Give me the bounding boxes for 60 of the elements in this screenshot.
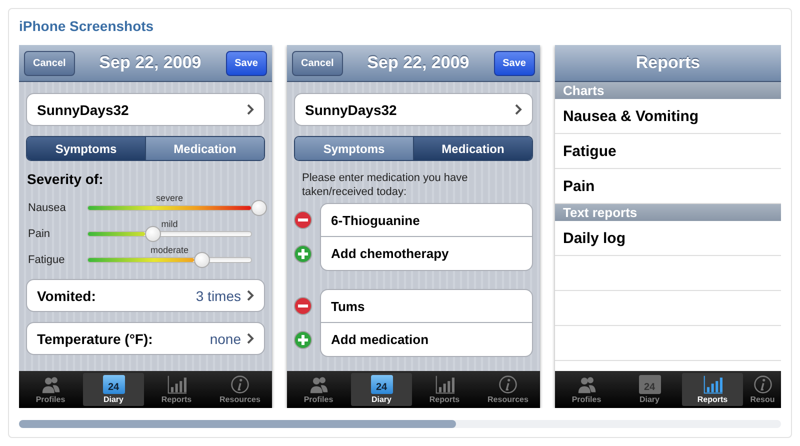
severity-caption: severe [156, 193, 183, 205]
chevron-icon [247, 104, 254, 115]
tab[interactable]: Resources [477, 373, 539, 406]
minus-icon[interactable] [294, 211, 312, 229]
nav-title: Sep 22, 2009 [366, 53, 470, 73]
tab[interactable]: Profiles [288, 373, 349, 406]
detail-row[interactable]: Temperature (°F): none [26, 322, 265, 355]
save-button[interactable]: Save [494, 50, 535, 76]
profile-row[interactable]: SunnyDays32 [26, 93, 265, 126]
save-button[interactable]: Save [226, 50, 267, 76]
tab[interactable]: Reports [682, 373, 743, 406]
symptom-label: Fatigue [27, 254, 66, 267]
slider-thumb[interactable] [194, 252, 210, 268]
severity-caption: moderate [150, 245, 189, 257]
instruction-text: Please enter medication you have taken/received today: [302, 171, 469, 199]
tab[interactable]: Resou [745, 373, 780, 406]
minus-icon[interactable] [294, 297, 312, 315]
report-item[interactable]: Nausea & Vomiting [555, 99, 781, 134]
info-icon [228, 375, 252, 394]
severity-heading: Severity of: [27, 171, 104, 187]
medication-row[interactable]: 6-Thioguanine [320, 203, 533, 237]
tab[interactable]: 24 Diary [83, 373, 144, 406]
calendar-day: 24 [644, 382, 656, 394]
info-icon [496, 375, 520, 394]
profile-row[interactable]: SunnyDays32 [294, 93, 533, 126]
tab[interactable]: Profiles [556, 373, 617, 406]
tab[interactable]: 24 Diary [619, 373, 680, 406]
report-item[interactable]: Fatigue [555, 134, 781, 169]
nav-title: Reports [634, 53, 702, 73]
section-header: Text reports [555, 204, 781, 221]
calendar-day: 24 [376, 382, 388, 394]
symptom-label: Pain [27, 228, 52, 241]
cancel-button[interactable]: Cancel [24, 50, 75, 76]
tab[interactable]: 24 Diary [351, 373, 412, 406]
slider-thumb[interactable] [251, 200, 267, 216]
segment-tab[interactable]: Medication [413, 137, 532, 160]
plus-icon[interactable] [294, 245, 312, 263]
chevron-icon [515, 104, 522, 115]
slider-thumb[interactable] [145, 226, 162, 242]
tab[interactable]: Reports [146, 373, 207, 406]
medication-row[interactable]: Add medication [320, 323, 533, 357]
severity-caption: mild [161, 219, 178, 231]
detail-row[interactable]: Vomited: 3 times [26, 279, 265, 312]
section-header: Charts [555, 82, 781, 99]
report-item[interactable]: Daily log [555, 221, 781, 256]
symptom-label: Nausea [27, 202, 67, 215]
tab[interactable]: Resources [209, 373, 271, 406]
plus-icon[interactable] [294, 331, 312, 349]
cancel-button[interactable]: Cancel [292, 50, 343, 76]
segment-tab[interactable]: Symptoms [27, 137, 145, 160]
tab[interactable]: Profiles [20, 373, 81, 406]
medication-row[interactable]: Tums [320, 289, 533, 323]
tab[interactable]: Reports [414, 373, 475, 406]
chevron-icon [247, 333, 254, 344]
nav-title: Sep 22, 2009 [98, 53, 202, 73]
chevron-icon [247, 290, 254, 301]
calendar-day: 24 [108, 382, 120, 394]
medication-row[interactable]: Add chemotherapy [320, 237, 533, 271]
section-title: iPhone Screenshots [19, 17, 155, 36]
scrollbar-thumb[interactable] [19, 420, 456, 428]
